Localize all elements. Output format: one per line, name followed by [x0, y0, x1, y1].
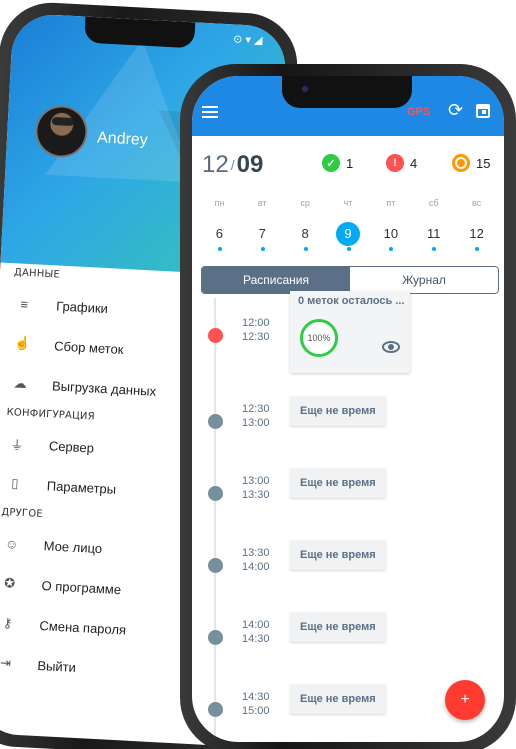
- stat-failed: ! 4: [386, 154, 417, 172]
- menu-icon[interactable]: [202, 106, 218, 118]
- day-cell[interactable]: 6: [198, 222, 241, 252]
- active-slot-card[interactable]: 0 меток осталось ... 100%: [290, 291, 410, 373]
- calendar-icon[interactable]: [476, 104, 490, 118]
- eye-icon[interactable]: [382, 341, 400, 353]
- stat-pending: 15: [452, 154, 490, 172]
- weekday-label: вс: [471, 198, 482, 208]
- schedule-slot: 13:00 13:30 Еще не время: [192, 466, 504, 526]
- schedule-slot: 14:00 14:30 Еще не время: [192, 610, 504, 670]
- stat-done: ✓ 1: [322, 154, 353, 172]
- status-bar-icons: ⊙ ▾ ◢: [232, 33, 263, 47]
- weekday-label: ср: [300, 198, 310, 208]
- stat-failed-count: 4: [410, 155, 418, 171]
- schedule-slot: 12:30 13:00 Еще не время: [192, 394, 504, 454]
- slot-button[interactable]: Еще не время: [290, 540, 386, 570]
- slot-status-dot: [208, 486, 223, 501]
- day-cell-selected[interactable]: 9: [327, 222, 370, 252]
- slot-button[interactable]: Еще не время: [290, 684, 386, 714]
- day-cell[interactable]: 11: [412, 222, 455, 252]
- weekday-label: вт: [257, 198, 267, 208]
- slot-status-dot: [208, 630, 223, 645]
- drawer-item-label: Смена пароля: [39, 617, 127, 638]
- drawer-item-label: Выйти: [37, 657, 77, 675]
- cloud-upload-icon: ☁: [13, 375, 28, 391]
- drawer-item-label: Сбор меток: [53, 337, 124, 357]
- front-phone: GPS ⟳ 12 / 09 ✓ 1 ! 4 15 пн вт ср чт пт …: [180, 64, 516, 749]
- weekday-label: чт: [343, 198, 353, 208]
- slot-times: 12:30 13:00: [242, 403, 270, 429]
- slot-button[interactable]: Еще не время: [290, 468, 386, 498]
- view-tabs: Расписания Журнал: [201, 266, 499, 294]
- slot-status-dot: [208, 328, 223, 343]
- star-icon: ✪: [3, 575, 16, 591]
- hand-pointer-icon: ☝: [13, 335, 31, 352]
- drawer-item-label: Мое лицо: [43, 537, 103, 556]
- stat-done-count: 1: [346, 155, 354, 171]
- day-cell[interactable]: 7: [241, 222, 284, 252]
- weekday-label: пт: [386, 198, 396, 208]
- date-day: 12: [202, 151, 229, 178]
- day-cell[interactable]: 12: [455, 222, 498, 252]
- weekday-labels: пн вт ср чт пт сб вс: [198, 198, 498, 208]
- add-button[interactable]: +: [445, 680, 485, 720]
- tab-schedule[interactable]: Расписания: [202, 267, 350, 293]
- pending-icon: [452, 154, 470, 172]
- drawer-item-label: Параметры: [46, 477, 117, 497]
- progress-ring: 100%: [300, 319, 338, 357]
- date-separator: /: [230, 157, 235, 173]
- slot-status-dot: [208, 414, 223, 429]
- schedule-slot: 13:30 14:00 Еще не время: [192, 538, 504, 598]
- stat-pending-count: 15: [476, 155, 491, 171]
- phone-icon: ▯: [10, 475, 19, 491]
- drawer-item-label: Сервер: [48, 437, 95, 456]
- card-title: 0 меток осталось ...: [298, 295, 405, 307]
- drawer-item-label: О программе: [41, 577, 122, 597]
- alert-icon: !: [386, 154, 404, 172]
- database-icon: ≡: [20, 296, 29, 312]
- slot-button[interactable]: Еще не время: [290, 396, 386, 426]
- app-bar: GPS ⟳: [192, 76, 504, 136]
- tab-journal[interactable]: Журнал: [350, 267, 498, 293]
- gps-indicator: GPS: [407, 106, 431, 118]
- face-icon: ☺: [4, 535, 19, 552]
- notch: [282, 76, 412, 108]
- weekday-label: пн: [214, 198, 225, 208]
- slot-button[interactable]: Еще не время: [290, 612, 386, 642]
- slot-times: 12:00 12:30: [242, 317, 270, 343]
- slot-times: 14:30 15:00: [242, 691, 270, 717]
- slot-status-dot: [208, 558, 223, 573]
- drawer-item-label: Выгрузка данных: [51, 377, 157, 399]
- weekday-label: сб: [428, 198, 439, 208]
- check-icon: ✓: [322, 154, 340, 172]
- day-cell[interactable]: 8: [284, 222, 327, 252]
- drawer-item-label: Графики: [55, 297, 109, 316]
- front-screen: GPS ⟳ 12 / 09 ✓ 1 ! 4 15 пн вт ср чт пт …: [192, 76, 504, 742]
- logout-icon: ⇥: [0, 655, 12, 671]
- slot-times: 13:30 14:00: [242, 547, 270, 573]
- week-day-selector: 6 7 8 9 10 11 12: [198, 222, 498, 252]
- date-month: 09: [236, 151, 264, 178]
- slot-times: 13:00 13:30: [242, 475, 270, 501]
- plug-icon: ⏚: [10, 436, 24, 453]
- slot-times: 14:00 14:30: [242, 619, 270, 645]
- refresh-icon[interactable]: ⟳: [448, 100, 463, 121]
- user-name: Andrey: [96, 129, 149, 150]
- slot-status-dot: [208, 702, 223, 717]
- key-icon: ⚷: [2, 615, 13, 631]
- day-cell[interactable]: 10: [369, 222, 412, 252]
